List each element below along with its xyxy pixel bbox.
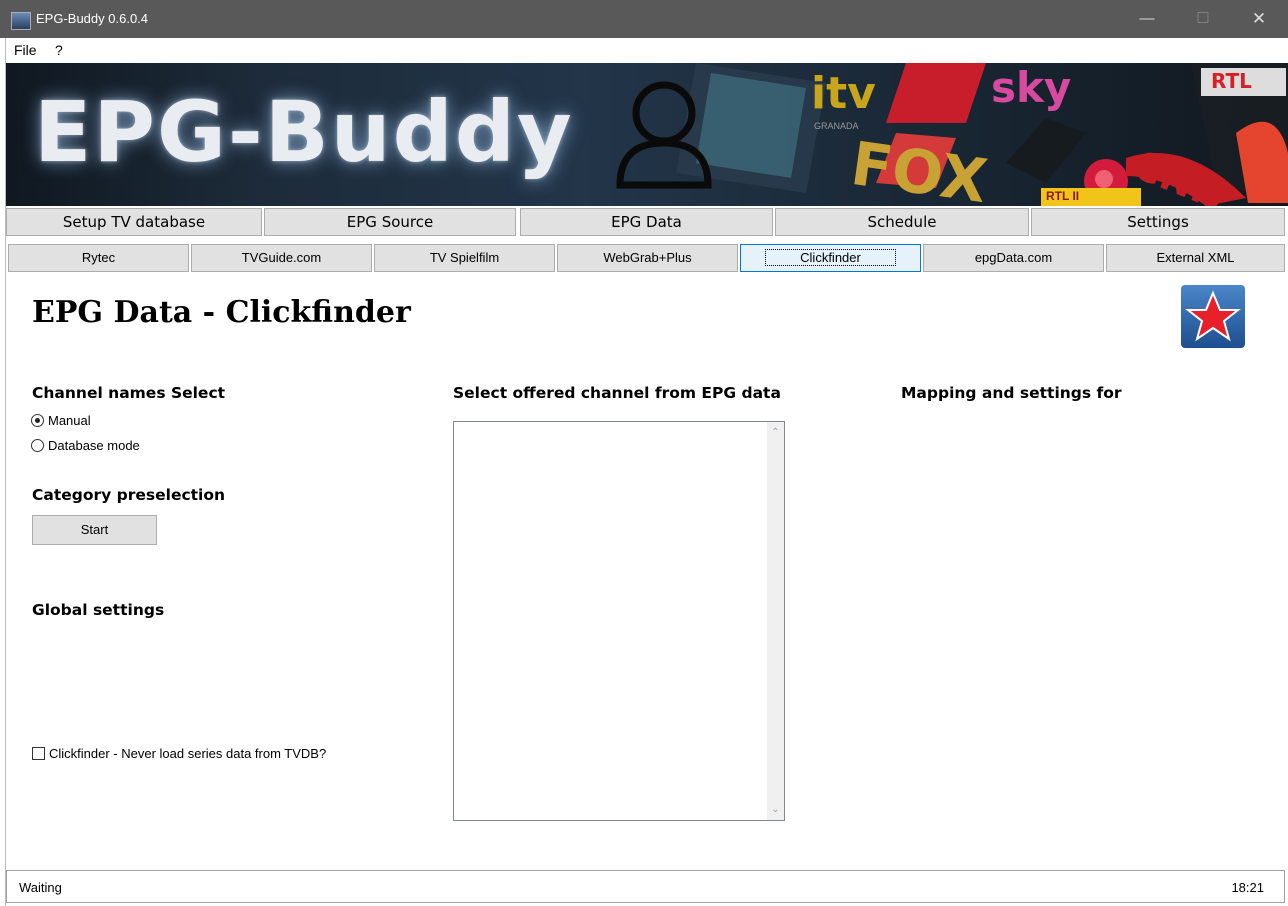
- radio-database-mode[interactable]: Database mode: [31, 437, 140, 455]
- tab-epg-data[interactable]: EPG Data: [520, 208, 773, 236]
- start-button[interactable]: Start: [32, 515, 157, 545]
- subtab-rytec[interactable]: Rytec: [8, 244, 189, 272]
- subtab-clickfinder-label: Clickfinder: [765, 249, 896, 266]
- banner-title: EPG-Buddy: [34, 83, 574, 181]
- subtab-epgdata[interactable]: epgData.com: [923, 244, 1104, 272]
- sub-tab-bar: Rytec TVGuide.com TV Spielfilm WebGrab+P…: [6, 242, 1288, 274]
- page-title: EPG Data - Clickfinder: [32, 295, 411, 330]
- subtab-tvguide[interactable]: TVGuide.com: [191, 244, 372, 272]
- tab-schedule[interactable]: Schedule: [775, 208, 1029, 236]
- close-button[interactable]: ✕: [1236, 0, 1282, 38]
- subtab-external-xml[interactable]: External XML: [1106, 244, 1285, 272]
- status-time: 18:21: [1231, 880, 1264, 895]
- tab-epg-source[interactable]: EPG Source: [264, 208, 516, 236]
- menu-bar: File ?: [6, 38, 1288, 62]
- channel-names-heading: Channel names Select: [32, 384, 226, 402]
- logo-granada: GRANADA: [814, 121, 859, 131]
- menu-file[interactable]: File: [14, 42, 37, 58]
- offered-channel-list[interactable]: ⌃ ⌄: [453, 421, 785, 821]
- subtab-tv-spielfilm[interactable]: TV Spielfilm: [374, 244, 555, 272]
- logo-rtl2: RTL II: [1046, 189, 1080, 203]
- mapping-settings-heading: Mapping and settings for: [901, 384, 1122, 402]
- app-window: EPG-Buddy 0.6.0.4 — ☐ ✕ File ? EPG-Buddy: [0, 0, 1288, 906]
- never-load-series-label: Clickfinder - Never load series data fro…: [49, 746, 327, 762]
- tab-settings[interactable]: Settings: [1031, 208, 1285, 236]
- title-bar[interactable]: EPG-Buddy 0.6.0.4 — ☐ ✕: [0, 0, 1288, 38]
- clickfinder-logo: [1181, 285, 1245, 348]
- offered-channel-heading: Select offered channel from EPG data: [453, 384, 781, 402]
- never-load-series-checkbox[interactable]: Clickfinder - Never load series data fro…: [32, 745, 326, 761]
- subtab-clickfinder[interactable]: Clickfinder: [740, 244, 921, 272]
- radio-database-indicator: [31, 439, 44, 453]
- subtab-webgrab-plus[interactable]: WebGrab+Plus: [557, 244, 738, 272]
- logo-rtl: RTL: [1211, 69, 1252, 93]
- maximize-button[interactable]: ☐: [1180, 0, 1226, 38]
- list-scrollbar[interactable]: ⌃ ⌄: [767, 422, 784, 820]
- radio-manual[interactable]: Manual: [31, 412, 91, 430]
- logo-sky: sky: [991, 63, 1072, 112]
- minimize-button[interactable]: —: [1124, 0, 1170, 38]
- logo-itv: itv: [811, 68, 876, 119]
- category-preselection-heading: Category preselection: [32, 486, 226, 504]
- radio-database-label: Database mode: [48, 438, 140, 454]
- header-banner: EPG-Buddy itv GRANADA FOX sky RTL II RTL…: [6, 63, 1288, 206]
- scroll-up-icon[interactable]: ⌃: [767, 424, 784, 441]
- never-load-series-box: [32, 747, 45, 761]
- scroll-down-icon[interactable]: ⌄: [767, 801, 784, 818]
- menu-help[interactable]: ?: [55, 42, 63, 58]
- radio-manual-label: Manual: [48, 413, 91, 429]
- star-icon: [1185, 290, 1241, 342]
- status-text: Waiting: [19, 880, 62, 895]
- app-icon: [11, 12, 31, 30]
- window-title: EPG-Buddy 0.6.0.4: [36, 11, 149, 26]
- global-settings-heading: Global settings: [32, 601, 165, 619]
- radio-manual-indicator: [31, 414, 44, 428]
- user-icon: [616, 81, 712, 189]
- main-tab-bar: Setup TV database EPG Source EPG Data Sc…: [6, 206, 1288, 237]
- tab-setup-tv-database[interactable]: Setup TV database: [6, 208, 262, 236]
- status-bar: Waiting 18:21: [6, 870, 1285, 903]
